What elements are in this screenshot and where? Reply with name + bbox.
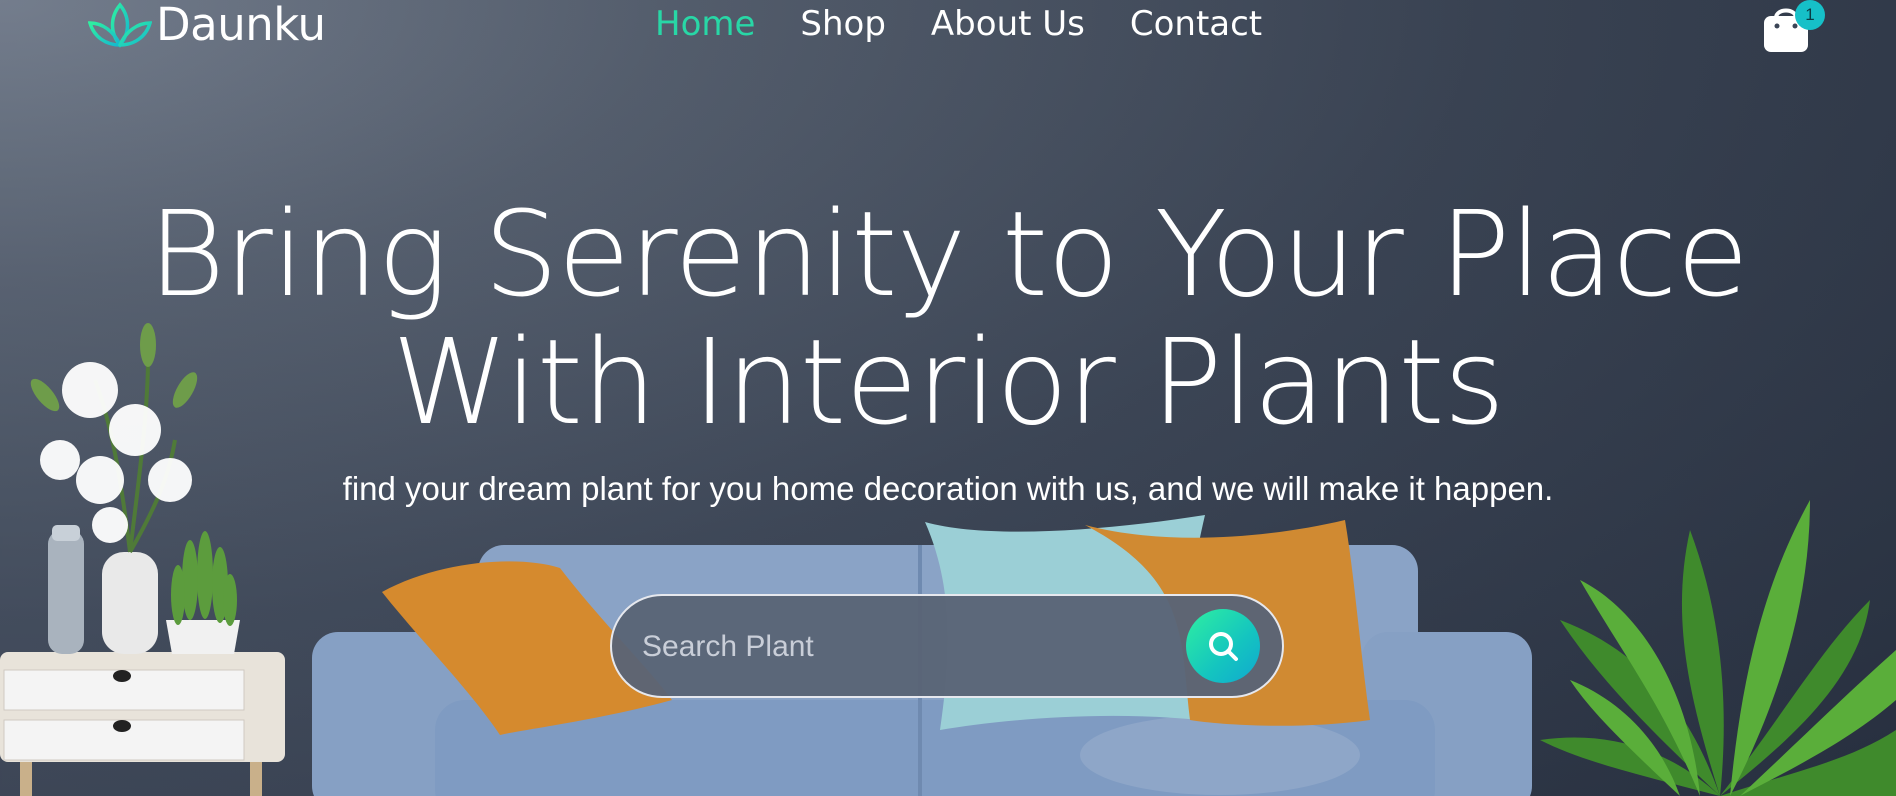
nav-about-link[interactable]: About Us <box>931 4 1085 44</box>
brand-name: Daunku <box>156 0 326 51</box>
cart-count-badge: 1 <box>1795 0 1825 30</box>
nav-home-link[interactable]: Home <box>655 4 755 44</box>
search-icon <box>1209 632 1238 661</box>
brand-logo[interactable]: Daunku <box>88 0 326 51</box>
search-bar <box>610 594 1284 698</box>
headline-line-1: Bring Serenity to Your Place <box>148 185 1749 323</box>
hero-headline: Bring Serenity to Your Place With Interi… <box>0 190 1896 446</box>
hero-section: Daunku Home Shop About Us Contact 1 Brin… <box>0 0 1896 796</box>
top-navigation: Daunku Home Shop About Us Contact 1 <box>0 0 1896 52</box>
lotus-icon <box>88 1 152 48</box>
search-button[interactable] <box>1186 609 1260 683</box>
main-menu: Home Shop About Us Contact <box>655 4 1262 44</box>
nav-contact-link[interactable]: Contact <box>1130 4 1262 44</box>
hero-subtitle: find your dream plant for you home decor… <box>342 470 1554 507</box>
nav-shop-link[interactable]: Shop <box>800 4 886 44</box>
search-input[interactable] <box>640 618 1164 676</box>
headline-line-2: With Interior Plants <box>391 313 1505 451</box>
